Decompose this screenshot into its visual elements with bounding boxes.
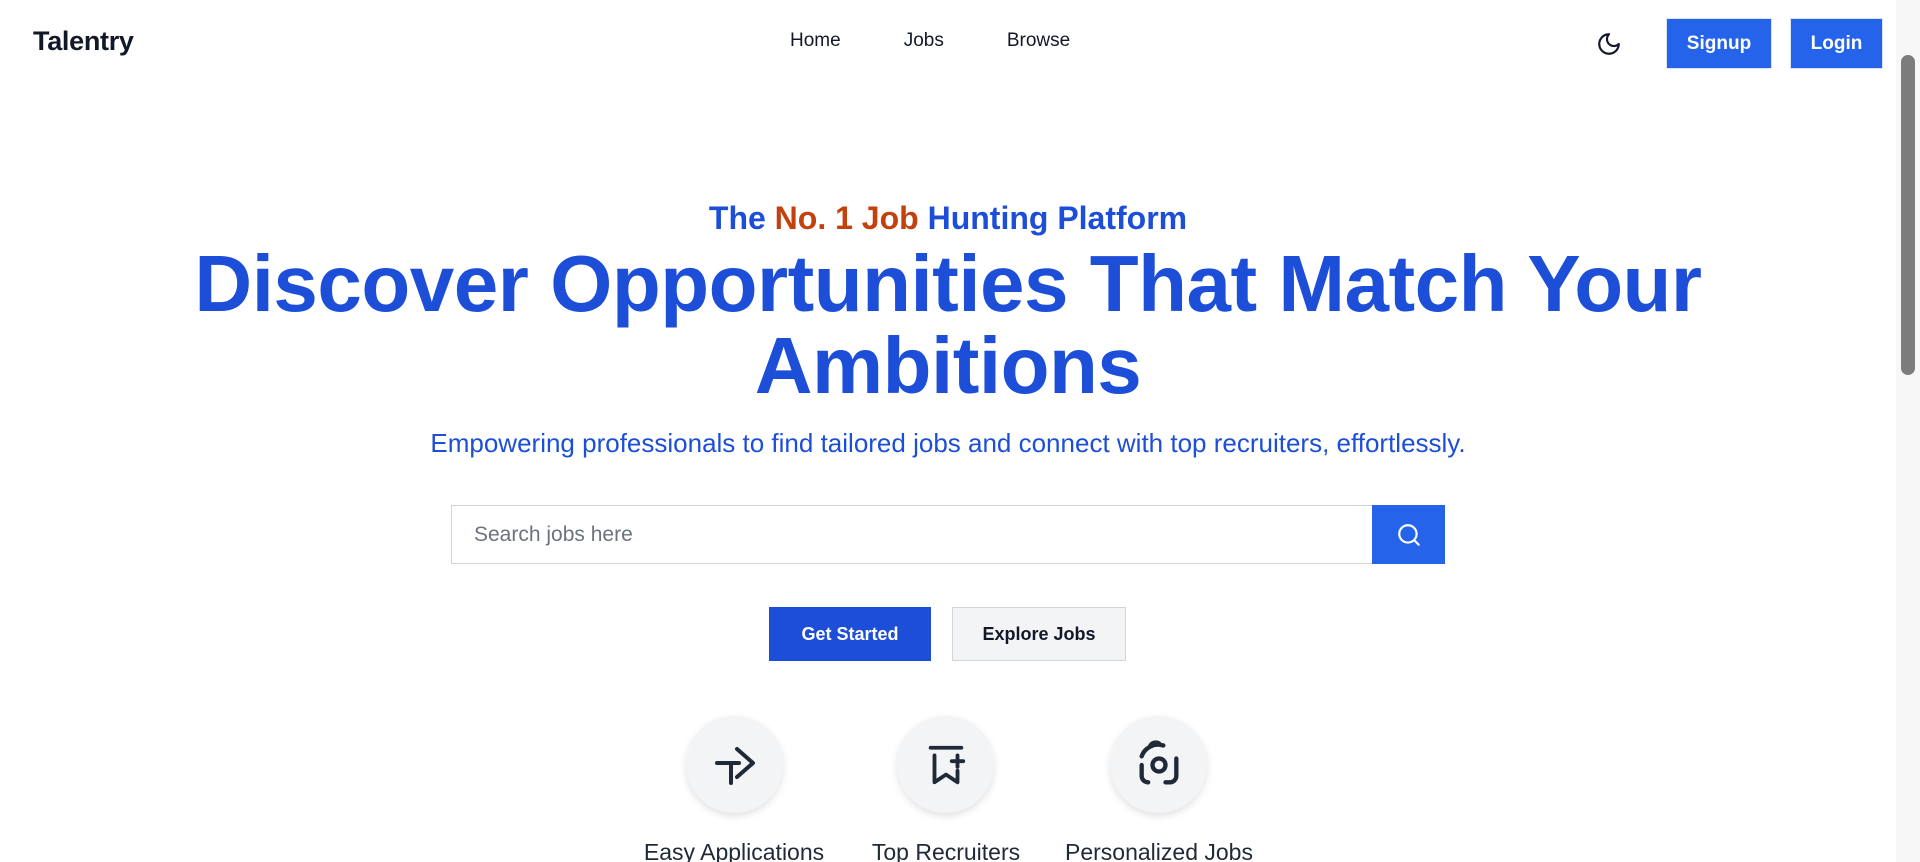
feature-top-recruiters-icon-wrap <box>897 716 994 813</box>
job-search-bar <box>451 505 1445 564</box>
tagline-accent: No. 1 Job <box>774 200 919 236</box>
hero-tagline: The No. 1 Job Hunting Platform <box>0 200 1896 237</box>
theme-toggle-button[interactable] <box>1592 27 1626 61</box>
search-button[interactable] <box>1372 505 1445 564</box>
scrollbar-thumb[interactable] <box>1901 55 1915 375</box>
hero-subtitle: Empowering professionals to find tailore… <box>430 428 1466 458</box>
target-icon <box>1139 739 1178 784</box>
top-navbar: Talentry Home Jobs Browse Signup Login <box>0 0 1896 88</box>
explore-jobs-button[interactable]: Explore Jobs <box>952 607 1126 661</box>
signup-button[interactable]: Signup <box>1666 18 1772 69</box>
search-input[interactable] <box>451 505 1372 564</box>
tagline-part2: Hunting Platform <box>918 200 1188 236</box>
bookmark-plus-icon <box>928 745 965 784</box>
feature-top-recruiters-label: Top Recruiters <box>871 839 1021 862</box>
feature-easy-applications-icon-wrap <box>686 716 783 813</box>
nav-home-link[interactable]: Home <box>790 30 841 52</box>
get-started-button[interactable]: Get Started <box>769 607 931 661</box>
landing-page: Talentry Home Jobs Browse Signup Login T… <box>0 0 1920 862</box>
main-nav: Home Jobs Browse <box>790 30 1125 52</box>
send-arrow-icon <box>714 746 755 785</box>
feature-personalized-jobs-icon-wrap <box>1110 716 1207 813</box>
moon-icon <box>1598 33 1620 55</box>
feature-easy-applications-label: Easy Applications <box>643 839 825 862</box>
logo[interactable]: Talentry <box>33 26 134 57</box>
page-scrollbar[interactable] <box>1896 0 1920 862</box>
headline-line2: Ambitions <box>754 321 1142 410</box>
login-button[interactable]: Login <box>1790 18 1883 69</box>
nav-jobs-link[interactable]: Jobs <box>904 30 944 52</box>
search-icon <box>1397 523 1420 546</box>
nav-browse-link[interactable]: Browse <box>1007 30 1070 52</box>
headline-line1: Discover Opportunities That Match Your <box>194 239 1702 328</box>
feature-personalized-jobs-label: Personalized Jobs <box>1065 839 1253 862</box>
tagline-part1: The <box>708 200 775 236</box>
hero-headline: Discover Opportunities That Match Your A… <box>0 243 1896 407</box>
